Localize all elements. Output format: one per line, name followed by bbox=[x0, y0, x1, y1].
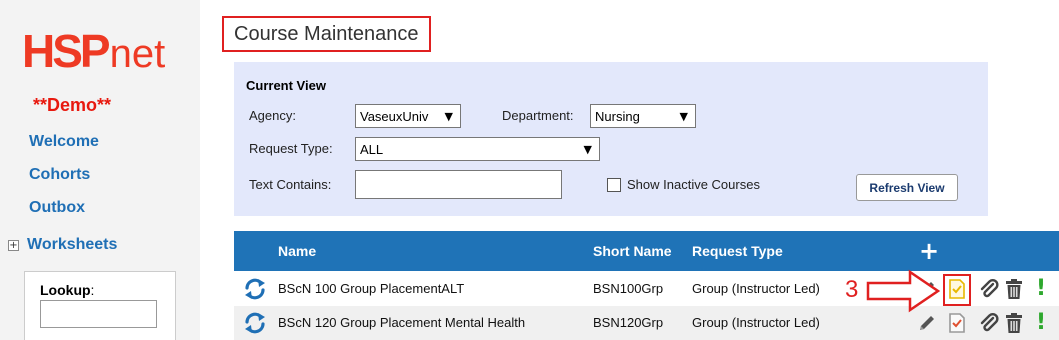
agency-select-value: VaseuxUniv bbox=[360, 108, 429, 124]
column-header-name[interactable]: Name bbox=[278, 243, 316, 259]
exclamation-icon[interactable]: ! bbox=[1036, 276, 1046, 301]
course-name[interactable]: BScN 100 Group PlacementALT bbox=[278, 281, 464, 296]
course-request-type: Group (Instructor Led) bbox=[692, 315, 820, 330]
exclamation-icon[interactable]: ! bbox=[1036, 310, 1046, 335]
caret-down-icon: ▼ bbox=[583, 142, 592, 156]
document-check-icon[interactable] bbox=[946, 312, 968, 334]
lookup-label-colon: : bbox=[90, 282, 95, 298]
plus-icon[interactable]: + bbox=[919, 237, 939, 265]
current-view-title: Current View bbox=[246, 78, 326, 93]
demo-label: **Demo** bbox=[33, 95, 112, 115]
page-title-highlight: Course Maintenance bbox=[222, 16, 431, 52]
sidebar-item-worksheets[interactable]: + Worksheets bbox=[8, 236, 117, 254]
department-select[interactable]: Nursing ▼ bbox=[590, 104, 696, 128]
current-view-panel: Current View Agency: VaseuxUniv ▼ Depart… bbox=[234, 62, 988, 216]
sidebar-item-welcome[interactable]: Welcome bbox=[29, 133, 99, 151]
show-inactive-checkbox[interactable] bbox=[607, 177, 621, 192]
caret-down-icon: ▼ bbox=[444, 109, 453, 123]
request-type-select[interactable]: ALL ▼ bbox=[355, 137, 600, 161]
table-header: Name Short Name Request Type + bbox=[234, 231, 1059, 271]
page-title: Course Maintenance bbox=[234, 22, 419, 45]
course-short-name: BSN120Grp bbox=[593, 315, 664, 330]
text-contains-label: Text Contains: bbox=[249, 177, 332, 192]
annotation-step-number: 3 bbox=[845, 276, 859, 303]
logo-net-text: net bbox=[109, 32, 166, 76]
paperclip-icon[interactable] bbox=[978, 278, 1000, 300]
sync-icon[interactable] bbox=[242, 310, 268, 336]
sidebar-item-cohorts[interactable]: Cohorts bbox=[29, 166, 90, 184]
caret-down-icon: ▼ bbox=[679, 109, 688, 123]
lookup-label-text: Lookup bbox=[40, 282, 91, 298]
sidebar-item-outbox[interactable]: Outbox bbox=[29, 199, 85, 217]
course-short-name: BSN100Grp bbox=[593, 281, 664, 296]
lookup-label: Lookup: bbox=[40, 282, 94, 298]
course-name[interactable]: BScN 120 Group Placement Mental Health bbox=[278, 315, 525, 330]
page: HSP net **Demo** Welcome Cohorts Outbox … bbox=[0, 0, 1059, 340]
hspnet-logo[interactable]: HSP net bbox=[22, 22, 165, 74]
course-request-type: Group (Instructor Led) bbox=[692, 281, 820, 296]
annotation-arrow-icon bbox=[866, 269, 941, 313]
agency-select[interactable]: VaseuxUniv ▼ bbox=[355, 104, 461, 128]
column-header-short-name[interactable]: Short Name bbox=[593, 243, 672, 259]
show-inactive-label: Show Inactive Courses bbox=[627, 177, 760, 192]
lookup-panel: Lookup: bbox=[24, 271, 176, 340]
agency-label: Agency: bbox=[249, 108, 296, 123]
sidebar-item-worksheets-label: Worksheets bbox=[27, 236, 118, 253]
request-type-label: Request Type: bbox=[249, 141, 333, 156]
pencil-icon[interactable] bbox=[916, 312, 938, 334]
paperclip-icon[interactable] bbox=[978, 312, 1000, 334]
approve-highlight bbox=[943, 274, 971, 306]
text-contains-input[interactable] bbox=[355, 170, 562, 199]
plus-square-icon[interactable]: + bbox=[8, 239, 19, 251]
department-select-value: Nursing bbox=[595, 108, 640, 124]
trash-icon[interactable] bbox=[1003, 278, 1025, 300]
department-label: Department: bbox=[502, 108, 574, 123]
column-header-request-type[interactable]: Request Type bbox=[692, 243, 783, 259]
trash-icon[interactable] bbox=[1003, 312, 1025, 334]
lookup-input[interactable] bbox=[40, 300, 157, 328]
show-inactive-toggle[interactable]: Show Inactive Courses bbox=[607, 177, 760, 192]
refresh-view-button[interactable]: Refresh View bbox=[856, 174, 958, 201]
logo-hsp-text: HSP bbox=[22, 25, 111, 77]
request-type-select-value: ALL bbox=[360, 141, 384, 157]
sync-icon[interactable] bbox=[242, 276, 268, 302]
sidebar: HSP net **Demo** Welcome Cohorts Outbox … bbox=[0, 0, 200, 340]
